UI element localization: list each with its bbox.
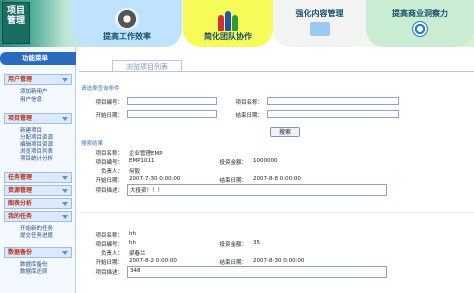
- sidebar-item-db-backup[interactable]: 数据库备份: [20, 262, 48, 268]
- end-date-label: 结束日期：: [235, 113, 263, 119]
- sidebar-item-new-project[interactable]: 新建项目: [20, 128, 42, 134]
- result-desc-textarea[interactable]: 348: [127, 266, 387, 278]
- result-desc-textarea[interactable]: 大投资！！！: [127, 184, 387, 196]
- banner-item-label: 提高商业洞察力: [392, 8, 448, 18]
- sidebar-section-task[interactable]: 任务管理: [4, 172, 72, 183]
- result-no-value: EMP1011: [129, 158, 155, 164]
- search-button[interactable]: 搜索: [270, 127, 300, 137]
- title-divider: [79, 71, 474, 72]
- result-desc-label: 项目描述：: [95, 270, 123, 276]
- sidebar-section-resource[interactable]: 资源管理: [4, 185, 72, 196]
- sidebar-item-browse-projects[interactable]: 浏览项目列表: [20, 149, 53, 155]
- sidebar-item-project-stats[interactable]: 项目统计分析: [20, 156, 53, 162]
- results-group-label: 搜索结果: [81, 141, 104, 147]
- result-start-label: 开始日期：: [95, 178, 123, 184]
- sidebar-section-project[interactable]: 项目管理: [4, 113, 72, 124]
- sidebar-item-db-restore[interactable]: 数据库还原: [20, 269, 48, 275]
- result-start-value: 2007-8-2 0:00:00: [129, 258, 177, 264]
- end-date-input[interactable]: [267, 110, 399, 118]
- banner-item-label: 简化团队协作: [204, 31, 252, 41]
- result-end-label: 结束日期：: [219, 260, 247, 266]
- project-no-label: 项目编号：: [95, 100, 123, 106]
- sidebar-section-my-task[interactable]: 我的任务: [4, 211, 72, 222]
- sidebar-section-chart[interactable]: 图表分析: [4, 198, 72, 209]
- start-date-label: 开始日期：: [95, 113, 123, 119]
- sidebar-item-user-info[interactable]: 用户信息: [20, 97, 42, 103]
- sidebar-item-edit-resource[interactable]: 编辑项目资源: [20, 142, 53, 148]
- banner-item-efficiency: 提高工作效率: [72, 0, 182, 47]
- banner-item-content: 强化内容管理: [273, 0, 366, 47]
- app-logo: 项目管理: [2, 2, 30, 44]
- result-name-value: hh: [129, 231, 136, 237]
- result-no-label: 项目编号：: [95, 242, 123, 248]
- project-no-input[interactable]: [127, 97, 217, 105]
- project-name-input[interactable]: [267, 97, 399, 105]
- result-end-value: 2007-8-8 0:00:00: [253, 176, 301, 182]
- gear-icon: [115, 8, 139, 30]
- result-name-value: 企业管理EMP: [129, 151, 163, 157]
- header-banner: 项目管理 提高工作效率 简化团队协作 强化内容管理 提高商业洞察力: [0, 0, 474, 47]
- result-owner-label: 负责人：: [100, 251, 123, 257]
- sidebar: 功能菜单 用户管理 添加新用户 用户信息 项目管理 新建项目 分配项目资源 编辑…: [0, 47, 76, 293]
- filter-group-label: 请选择查询条件: [81, 86, 120, 92]
- result-no-value: hh: [129, 240, 136, 246]
- result-no-label: 项目编号：: [95, 160, 123, 166]
- result-owner-value: 梁春兰: [129, 251, 146, 257]
- sidebar-section-user[interactable]: 用户管理: [4, 74, 72, 85]
- result-amount-label: 投资金额：: [219, 160, 247, 166]
- banner-item-label: 强化内容管理: [295, 8, 344, 18]
- banner-item-teamwork: 简化团队协作: [183, 0, 273, 47]
- sidebar-header: 功能菜单: [0, 52, 76, 65]
- start-date-input[interactable]: [127, 110, 217, 118]
- result-name-label: 项目名称：: [95, 151, 123, 157]
- result-desc-label: 项目描述：: [95, 188, 123, 194]
- result-start-value: 2007-7-30 0:00:00: [129, 176, 181, 182]
- sidebar-item-assign-resource[interactable]: 分配项目资源: [20, 135, 53, 141]
- banner-item-label: 提高工作效率: [103, 31, 151, 41]
- project-name-label: 项目名称：: [235, 100, 263, 106]
- result-owner-value: 何毅: [129, 169, 141, 175]
- people-icon: [216, 9, 240, 31]
- target-icon: [412, 21, 428, 37]
- result-start-label: 开始日期：: [95, 260, 123, 266]
- result-end-label: 结束日期：: [219, 178, 247, 184]
- sidebar-item-start-task[interactable]: 开始新的任务: [20, 226, 53, 232]
- result-amount-value: 35: [253, 240, 260, 246]
- sidebar-item-add-user[interactable]: 添加新用户: [20, 89, 48, 95]
- result-name-label: 项目名称：: [95, 233, 123, 239]
- result-amount-label: 投资金额：: [219, 242, 247, 248]
- main-content: 浏览项目列表 请选择查询条件 项目编号： 项目名称： 开始日期： 结束日期： 搜…: [79, 47, 474, 293]
- folder-icon: [309, 22, 330, 36]
- result-end-value: 2007-8-30 0:00:00: [253, 258, 305, 264]
- result-amount-value: 1000000: [253, 158, 278, 164]
- sidebar-item-submit-progress[interactable]: 提交任务进度: [20, 233, 53, 239]
- result-divider: [79, 212, 474, 213]
- sidebar-section-backup[interactable]: 数据备份: [4, 247, 72, 258]
- result-owner-label: 负责人：: [100, 169, 123, 175]
- banner-item-insight: 提高商业洞察力: [366, 0, 474, 47]
